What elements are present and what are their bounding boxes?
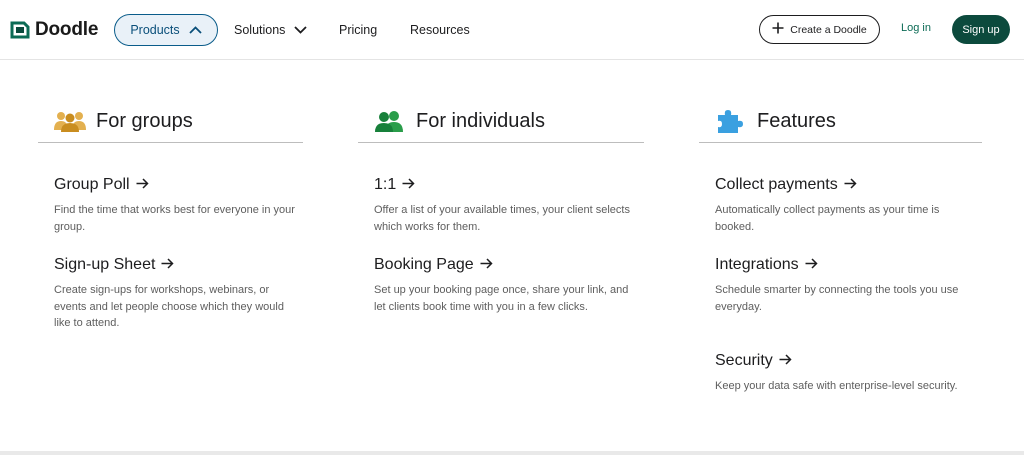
one-on-one-description: Offer a list of your available times, yo… — [374, 204, 630, 233]
one-on-one-link[interactable]: 1:1 — [374, 176, 640, 194]
top-navigation-bar: Doodle Products Solutions Pricing Resour… — [0, 0, 1024, 60]
collect-payments-link[interactable]: Collect payments — [715, 176, 978, 194]
one-on-one-title: 1:1 — [374, 176, 397, 193]
features-column: Features Collect payments Automatically … — [699, 100, 982, 392]
arrow-right-icon — [805, 256, 818, 274]
security-item[interactable]: Security Keep your data safe with enterp… — [715, 352, 978, 395]
for-individuals-title: For individuals — [416, 109, 545, 132]
for-groups-column: For groups Group Poll Find the time that… — [38, 100, 303, 329]
create-doodle-label: Create a Doodle — [790, 23, 867, 36]
nav-products-label: Products — [130, 23, 180, 37]
for-individuals-column: For individuals 1:1 Offer a list of your… — [358, 100, 644, 313]
nav-pricing-link[interactable]: Pricing — [339, 14, 377, 46]
arrow-right-icon — [161, 256, 174, 274]
login-link[interactable]: Log in — [901, 22, 931, 34]
menu-bottom-divider — [0, 451, 1024, 455]
booking-page-description: Set up your booking page once, share you… — [374, 284, 629, 313]
integrations-item[interactable]: Integrations Schedule smarter by connect… — [715, 256, 978, 315]
features-header: Features — [699, 100, 982, 143]
arrow-right-icon — [136, 176, 149, 194]
create-doodle-button[interactable]: Create a Doodle — [759, 15, 880, 44]
signup-button[interactable]: Sign up — [952, 15, 1010, 44]
chevron-down-icon — [294, 23, 308, 37]
puzzle-piece-icon — [715, 109, 747, 133]
group-poll-description: Find the time that works best for everyo… — [54, 204, 295, 233]
nav-products-button[interactable]: Products — [114, 14, 218, 46]
booking-page-link[interactable]: Booking Page — [374, 256, 640, 274]
nav-solutions-button[interactable]: Solutions — [234, 14, 308, 46]
sign-up-sheet-item[interactable]: Sign-up Sheet Create sign-ups for worksh… — [54, 256, 299, 332]
integrations-description: Schedule smarter by connecting the tools… — [715, 284, 959, 313]
security-link[interactable]: Security — [715, 352, 978, 370]
arrow-right-icon — [402, 176, 415, 194]
integrations-link[interactable]: Integrations — [715, 256, 978, 274]
doodle-logo-icon — [10, 21, 30, 39]
sign-up-sheet-link[interactable]: Sign-up Sheet — [54, 256, 299, 274]
security-description: Keep your data safe with enterprise-leve… — [715, 380, 958, 392]
arrow-right-icon — [844, 176, 857, 194]
for-groups-title: For groups — [96, 109, 193, 132]
doodle-logo[interactable]: Doodle — [10, 18, 98, 42]
collect-payments-item[interactable]: Collect payments Automatically collect p… — [715, 176, 978, 235]
features-title: Features — [757, 109, 836, 132]
arrow-right-icon — [480, 256, 493, 274]
collect-payments-description: Automatically collect payments as your t… — [715, 204, 940, 233]
booking-page-item[interactable]: Booking Page Set up your booking page on… — [374, 256, 640, 315]
chevron-up-icon — [189, 23, 202, 37]
sign-up-sheet-title: Sign-up Sheet — [54, 256, 156, 273]
integrations-title: Integrations — [715, 256, 799, 273]
group-people-icon — [54, 109, 86, 133]
arrow-right-icon — [779, 352, 792, 370]
one-on-one-item[interactable]: 1:1 Offer a list of your available times… — [374, 176, 640, 235]
for-individuals-header: For individuals — [358, 100, 644, 143]
for-groups-header: For groups — [38, 100, 303, 143]
plus-icon — [772, 22, 784, 37]
doodle-logo-text: Doodle — [35, 19, 99, 40]
sign-up-sheet-description: Create sign-ups for workshops, webinars,… — [54, 284, 284, 329]
individuals-icon — [374, 109, 406, 133]
group-poll-item[interactable]: Group Poll Find the time that works best… — [54, 176, 299, 235]
collect-payments-title: Collect payments — [715, 176, 838, 193]
group-poll-title: Group Poll — [54, 176, 130, 193]
booking-page-title: Booking Page — [374, 256, 474, 273]
nav-solutions-label: Solutions — [234, 23, 286, 37]
nav-resources-link[interactable]: Resources — [410, 14, 470, 46]
group-poll-link[interactable]: Group Poll — [54, 176, 299, 194]
security-title: Security — [715, 352, 773, 369]
